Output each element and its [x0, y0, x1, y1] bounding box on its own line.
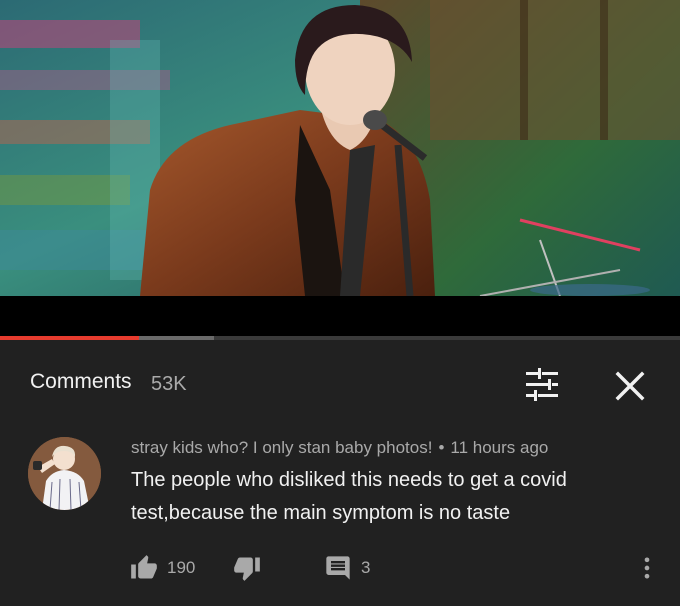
- comments-header: Comments 53K: [0, 340, 680, 428]
- close-icon: [615, 371, 645, 401]
- video-frame: [0, 0, 680, 336]
- more-vertical-icon: [644, 557, 650, 579]
- comment-actions: 190 3: [0, 550, 680, 590]
- comments-title: Comments: [30, 370, 132, 393]
- comments-count: 53K: [151, 373, 187, 395]
- comment-meta: stray kids who? I only stan baby photos!…: [131, 438, 548, 458]
- reply-count: 3: [361, 558, 371, 577]
- like-button[interactable]: 190: [130, 550, 195, 586]
- thumbs-up-icon: [131, 555, 157, 579]
- like-count: 190: [167, 558, 196, 577]
- close-button[interactable]: [608, 364, 652, 408]
- reply-button[interactable]: 3: [324, 550, 370, 586]
- comment-author[interactable]: stray kids who? I only stan baby photos!: [131, 438, 432, 457]
- comment-text: The people who disliked this needs to ge…: [131, 469, 567, 524]
- more-options-button[interactable]: [633, 550, 661, 586]
- video-player[interactable]: [0, 0, 680, 336]
- sort-filter-button[interactable]: [520, 365, 564, 405]
- comment-time[interactable]: 11 hours ago: [450, 438, 548, 457]
- thumbs-down-icon: [234, 557, 260, 581]
- dislike-button[interactable]: [233, 550, 261, 586]
- meta-separator: •: [438, 438, 445, 457]
- avatar-image: [28, 437, 101, 510]
- reply-icon: [326, 556, 350, 580]
- avatar[interactable]: [28, 437, 101, 510]
- sort-filter-icon: [526, 368, 558, 401]
